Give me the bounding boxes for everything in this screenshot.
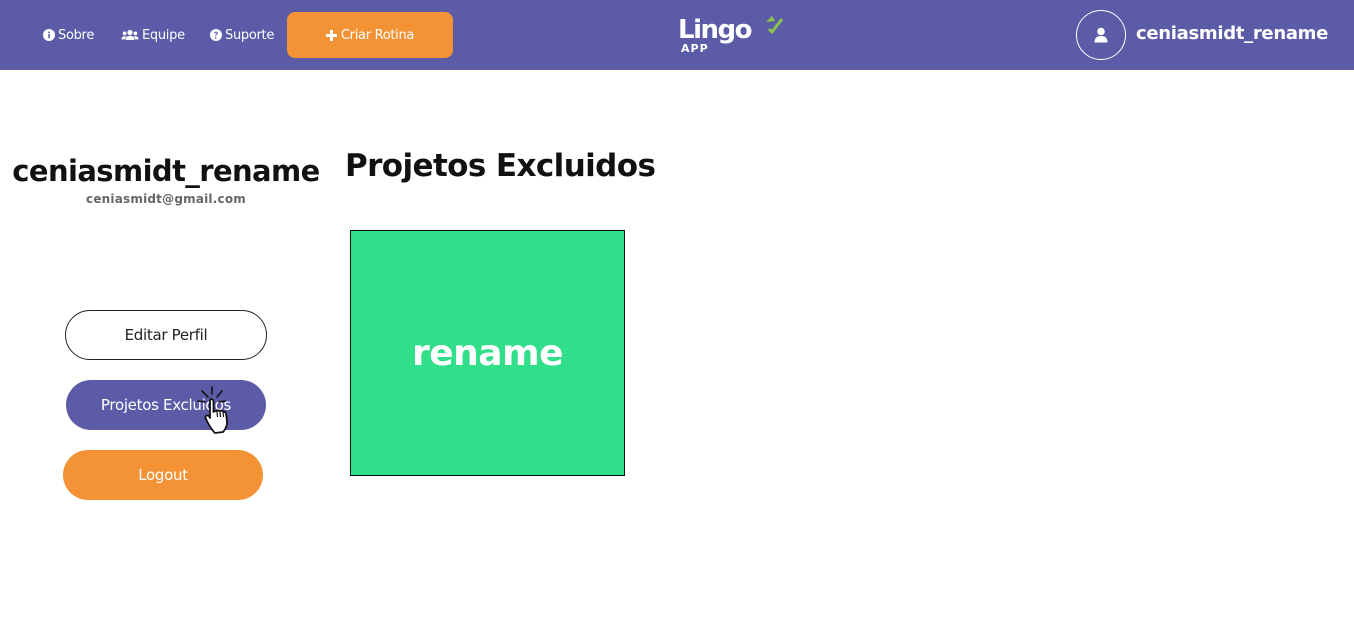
logout-label: Logout xyxy=(138,466,188,484)
nav-link-sobre[interactable]: Sobre xyxy=(43,26,94,44)
user-icon xyxy=(1094,27,1108,43)
create-routine-label: Criar Rotina xyxy=(340,27,415,43)
nav-label: Equipe xyxy=(142,27,185,43)
nav-link-equipe[interactable]: Equipe xyxy=(121,26,185,44)
edit-profile-button[interactable]: Editar Perfil xyxy=(65,310,267,360)
profile-name: ceniasmidt_rename xyxy=(12,154,320,188)
project-name: rename xyxy=(411,332,564,374)
project-card[interactable]: rename xyxy=(350,230,625,476)
topbar-username[interactable]: ceniasmidt_rename xyxy=(1136,23,1328,47)
deleted-projects-label: Projetos Excluidos xyxy=(100,396,232,414)
profile-email: ceniasmidt@gmail.com xyxy=(86,192,246,206)
create-routine-button[interactable]: Criar Rotina xyxy=(287,12,453,58)
nav-label: Sobre xyxy=(58,27,95,43)
svg-text:APP: APP xyxy=(681,42,709,55)
svg-text:Lingo: Lingo xyxy=(678,15,752,45)
deleted-projects-button[interactable]: Projetos Excluidos xyxy=(66,380,266,430)
user-avatar[interactable] xyxy=(1076,10,1126,60)
question-circle-icon xyxy=(210,29,222,41)
info-circle-icon xyxy=(43,29,55,41)
logout-button[interactable]: Logout xyxy=(63,450,263,500)
page-title: Projetos Excluidos xyxy=(345,148,656,184)
nav-link-suporte[interactable]: Suporte xyxy=(210,26,274,44)
edit-profile-label: Editar Perfil xyxy=(124,326,208,344)
top-navbar: Sobre Equipe Suporte Criar Rotina Lingo … xyxy=(0,0,1354,70)
lingo-app-logo[interactable]: Lingo APP xyxy=(676,12,786,56)
plus-icon xyxy=(325,29,337,41)
users-icon xyxy=(121,29,139,40)
nav-label: Suporte xyxy=(225,27,275,43)
